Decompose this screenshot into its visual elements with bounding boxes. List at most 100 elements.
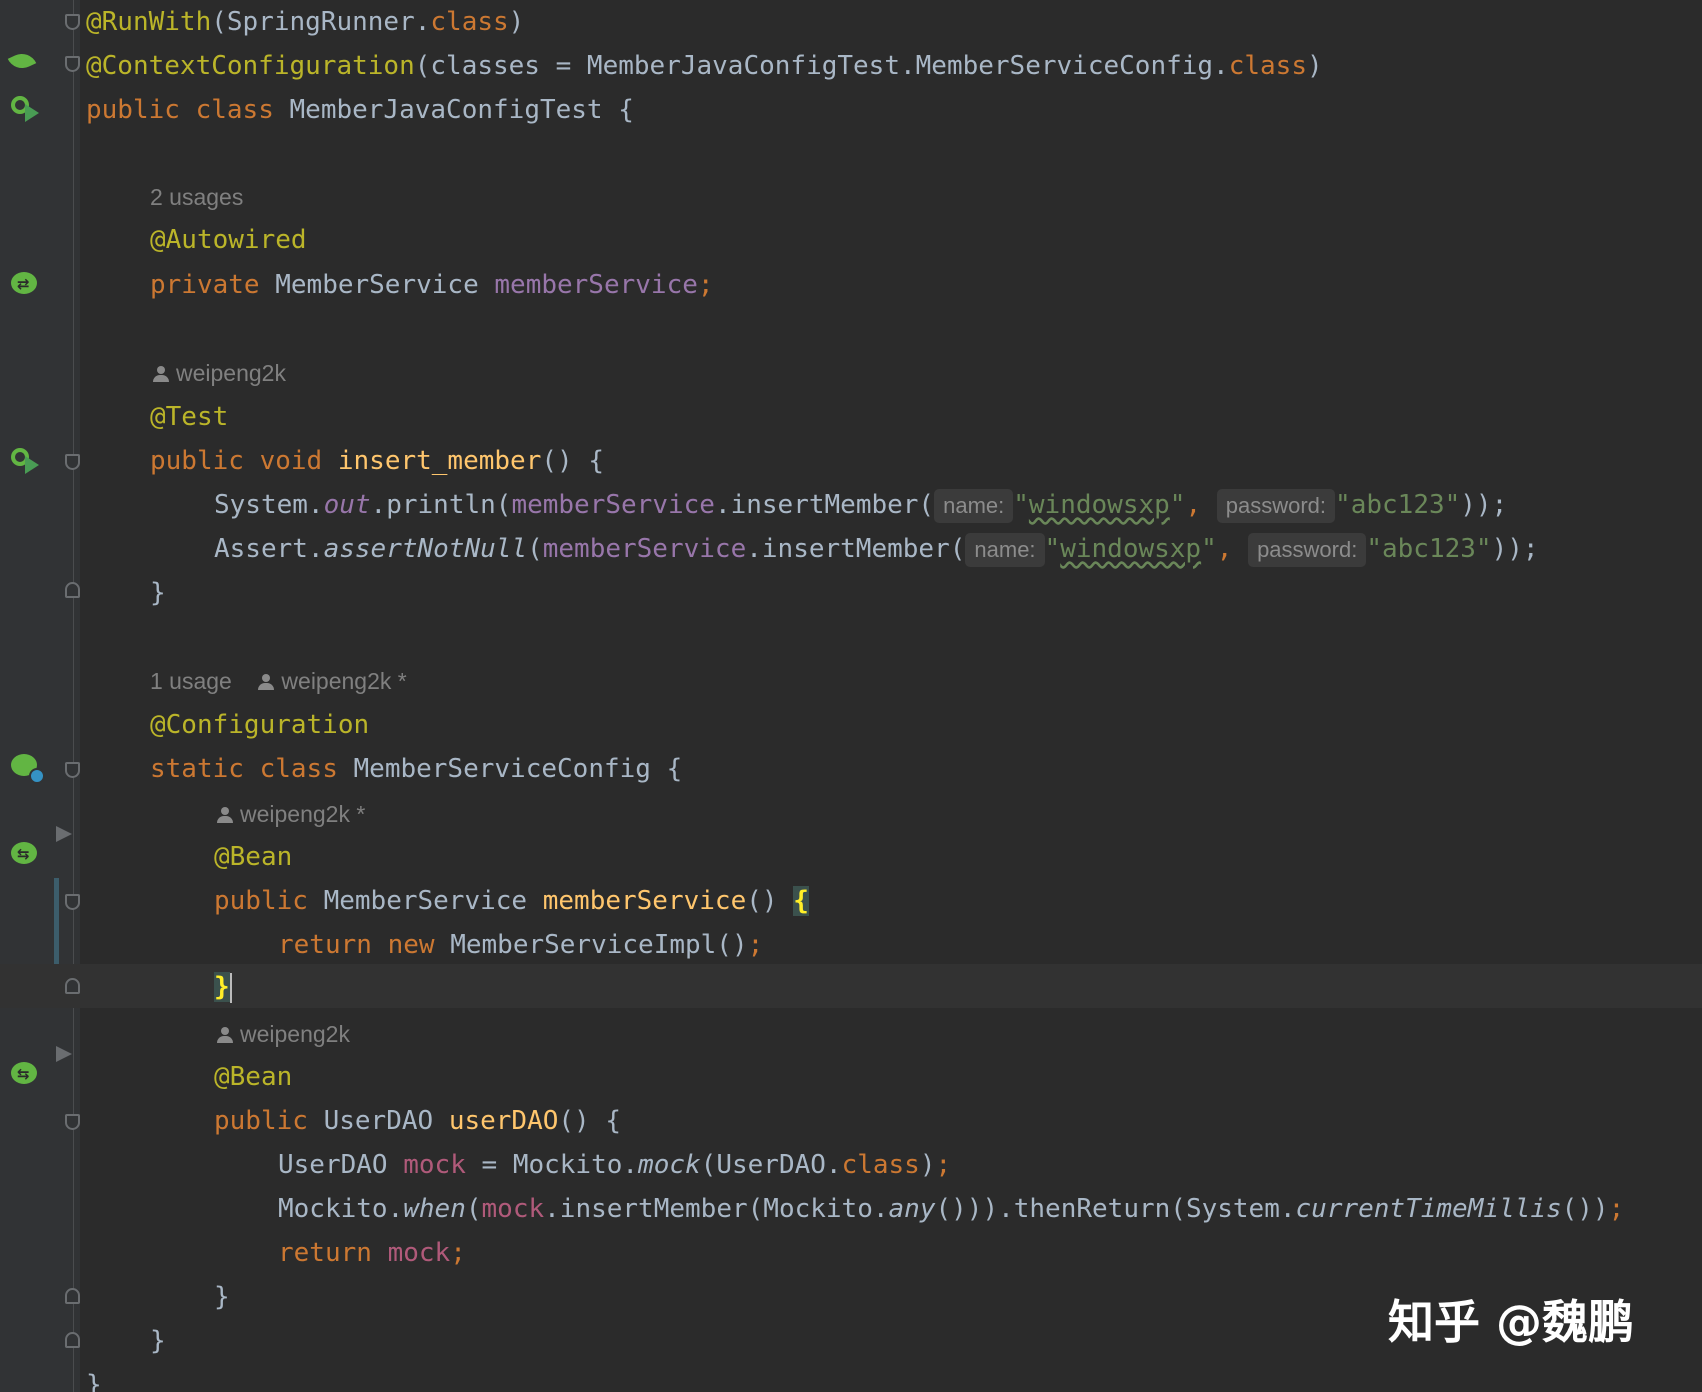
code-token: when: [403, 1194, 466, 1224]
code-token: class: [430, 7, 509, 37]
code-line[interactable]: public MemberService memberService() {: [214, 879, 809, 923]
fold-end-icon[interactable]: [65, 582, 80, 598]
fold-toggle-icon[interactable]: [65, 14, 80, 30]
code-token: memberService: [494, 270, 698, 300]
code-token: public: [150, 446, 244, 476]
expand-arrow-icon[interactable]: [56, 1046, 72, 1062]
code-token: ;: [450, 1238, 466, 1268]
autowired-bean-icon[interactable]: ⇄: [9, 270, 41, 300]
fold-end-icon[interactable]: [65, 978, 80, 994]
code-token: ()): [1561, 1194, 1609, 1224]
fold-toggle-icon[interactable]: [65, 1114, 80, 1130]
code-token: public: [214, 1106, 308, 1136]
code-token: return: [278, 930, 372, 960]
usages-hint-text: 2 usages: [150, 184, 244, 210]
code-line[interactable]: @Test: [150, 395, 228, 439]
code-token: MemberServiceConfig {: [353, 754, 683, 784]
person-icon: [152, 365, 170, 383]
code-line[interactable]: public UserDAO userDAO() {: [214, 1099, 621, 1143]
code-line[interactable]: Mockito.when(mock.insertMember(Mockito.a…: [278, 1187, 1624, 1231]
code-token: @Configuration: [150, 710, 370, 740]
parameter-hint: name:: [934, 488, 1014, 523]
author-hint-text: weipeng2k: [240, 1021, 350, 1047]
code-token: ,: [1216, 534, 1233, 564]
code-line[interactable]: UserDAO mock = Mockito.mock(UserDAO.clas…: [278, 1143, 951, 1187]
code-token: Assert.: [214, 534, 324, 564]
person-icon: [216, 806, 234, 824]
person-icon: [257, 673, 275, 691]
code-line[interactable]: }: [86, 1363, 102, 1392]
code-line[interactable]: static class MemberServiceConfig {: [150, 747, 682, 791]
code-token: static: [150, 754, 244, 784]
author-hint[interactable]: weipeng2k: [216, 1016, 350, 1052]
code-token: "windowsxp": [1013, 490, 1186, 520]
code-line[interactable]: Assert.assertNotNull(memberService.inser…: [214, 527, 1539, 571]
code-line[interactable]: private MemberService memberService;: [150, 263, 714, 307]
fold-toggle-icon[interactable]: [65, 454, 80, 470]
code-token: any: [888, 1194, 936, 1224]
code-token: ): [919, 1150, 936, 1180]
author-hint[interactable]: weipeng2k *: [216, 796, 365, 832]
code-token: }: [150, 1326, 166, 1356]
code-token: insert_member: [337, 446, 542, 476]
code-line[interactable]: System.out.println(memberService.insertM…: [214, 483, 1507, 527]
code-line[interactable]: @ContextConfiguration(classes = MemberJa…: [86, 44, 1323, 88]
code-line[interactable]: @Autowired: [150, 218, 307, 262]
code-line[interactable]: @Bean: [214, 1055, 292, 1099]
code-line[interactable]: }: [214, 1275, 230, 1319]
fold-toggle-icon[interactable]: [65, 56, 80, 72]
code-token: (UserDAO.: [700, 1150, 842, 1180]
code-token: void: [259, 446, 323, 476]
code-line[interactable]: }: [150, 571, 166, 615]
code-line[interactable]: @Configuration: [150, 703, 369, 747]
code-line[interactable]: return mock;: [278, 1231, 466, 1275]
usages-hint[interactable]: 2 usages: [150, 179, 243, 215]
author-hint-text: weipeng2k: [176, 360, 286, 386]
parameter-hint: password:: [1216, 488, 1336, 523]
run-test-class-icon[interactable]: [11, 94, 41, 124]
spelling-squiggle[interactable]: windowsxp: [1060, 534, 1201, 564]
code-token: @Bean: [214, 842, 293, 872]
code-line[interactable]: return new MemberServiceImpl();: [278, 923, 763, 967]
code-token: System.: [214, 490, 324, 520]
code-line[interactable]: }: [214, 965, 232, 1009]
code-editor[interactable]: ⇄ ⇆ ⇆ @RunWith(SpringRunner.class) @Cont…: [0, 0, 1702, 1392]
configuration-bean-icon[interactable]: [9, 752, 45, 784]
fold-toggle-icon[interactable]: [65, 762, 80, 778]
code-line[interactable]: @RunWith(SpringRunner.class): [86, 0, 524, 44]
code-token: (: [527, 534, 543, 564]
code-token: memberService: [542, 886, 747, 916]
matched-brace: }: [214, 972, 230, 1002]
code-line[interactable]: public class MemberJavaConfigTest {: [86, 88, 634, 132]
code-token: (SpringRunner.: [211, 7, 431, 37]
code-line[interactable]: @Bean: [214, 835, 292, 879]
code-token: "windowsxp": [1044, 534, 1217, 564]
code-token: mock: [403, 1150, 466, 1180]
code-token: class: [841, 1150, 920, 1180]
text-cursor: [229, 972, 232, 1003]
code-token: ;: [1608, 1194, 1625, 1224]
code-token: .insertMember(Mockito.: [544, 1194, 889, 1224]
code-token: ,: [1185, 490, 1202, 520]
code-line[interactable]: public void insert_member() {: [150, 439, 604, 483]
spelling-squiggle[interactable]: windowsxp: [1029, 490, 1170, 520]
code-token: return: [278, 1238, 372, 1268]
usages-hint[interactable]: 1 usage weipeng2k *: [150, 663, 407, 699]
code-token: assertNotNull: [323, 534, 528, 564]
fold-end-icon[interactable]: [65, 1288, 80, 1304]
editor-gutter[interactable]: [0, 0, 80, 1392]
code-token: ())).thenReturn(System.: [935, 1194, 1296, 1224]
expand-arrow-icon[interactable]: [56, 826, 72, 842]
code-line[interactable]: }: [150, 1319, 166, 1363]
bean-method-icon[interactable]: ⇆: [9, 1060, 41, 1090]
run-test-method-icon[interactable]: [11, 446, 41, 476]
usages-hint-text: 1 usage: [150, 668, 232, 694]
fold-toggle-icon[interactable]: [65, 894, 80, 910]
matched-brace: {: [793, 886, 809, 916]
code-token: .insertMember(: [746, 534, 966, 564]
author-hint[interactable]: weipeng2k: [152, 355, 286, 391]
fold-end-icon[interactable]: [65, 1332, 80, 1348]
bean-method-icon[interactable]: ⇆: [9, 840, 41, 870]
code-token: memberService: [542, 534, 747, 564]
code-token: "abc123": [1366, 534, 1492, 564]
